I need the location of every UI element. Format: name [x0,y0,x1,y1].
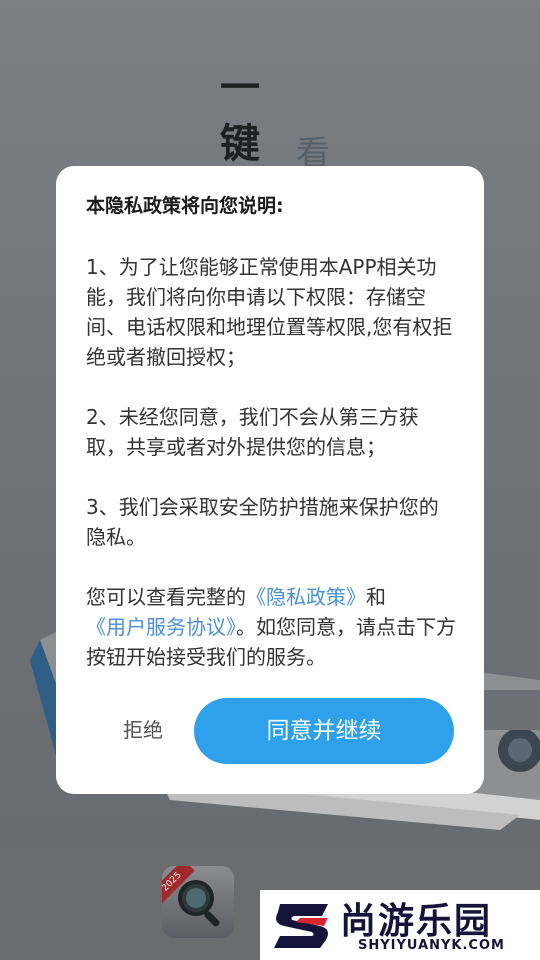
reject-button[interactable]: 拒绝 [108,714,178,748]
agreement-prefix: 您可以查看完整的 [86,585,246,609]
watermark-url: SHYIYUANYK.COM [358,938,505,953]
app-icon: 2025 [162,866,234,938]
third-party-paragraph: 2、未经您同意，我们不会从第三方获取，共享或者对外提供您的信息； [86,405,419,459]
privacy-policy-link[interactable]: 《隐私政策》 [246,585,366,609]
watermark: 尚游乐园 SHYIYUANYK.COM [260,890,540,960]
user-service-agreement-link[interactable]: 《用户服务协议》 [86,615,236,639]
splash-slogan: 一键 [220,65,260,167]
privacy-dialog: 本隐私政策将向您说明: 1、为了让您能够正常使用本APP相关功能，我们将向你申请… [56,166,484,794]
permission-paragraph: 1、为了让您能够正常使用本APP相关功能，我们将向你申请以下权限：存储空间、电话… [86,255,453,369]
s-logo-icon [274,904,328,948]
dialog-title: 本隐私政策将向您说明: [86,195,284,217]
watermark-title: 尚游乐园 [340,901,493,942]
agreement-paragraph: 您可以查看完整的《隐私政策》和 《用户服务协议》。如您同意，请点击下方按钮开始接受… [86,582,456,672]
agreement-and: 和 [366,585,386,609]
agree-continue-button[interactable]: 同意并继续 [194,698,454,764]
security-paragraph: 3、我们会采取安全防护措施来保护您的隐私。 [86,495,439,549]
